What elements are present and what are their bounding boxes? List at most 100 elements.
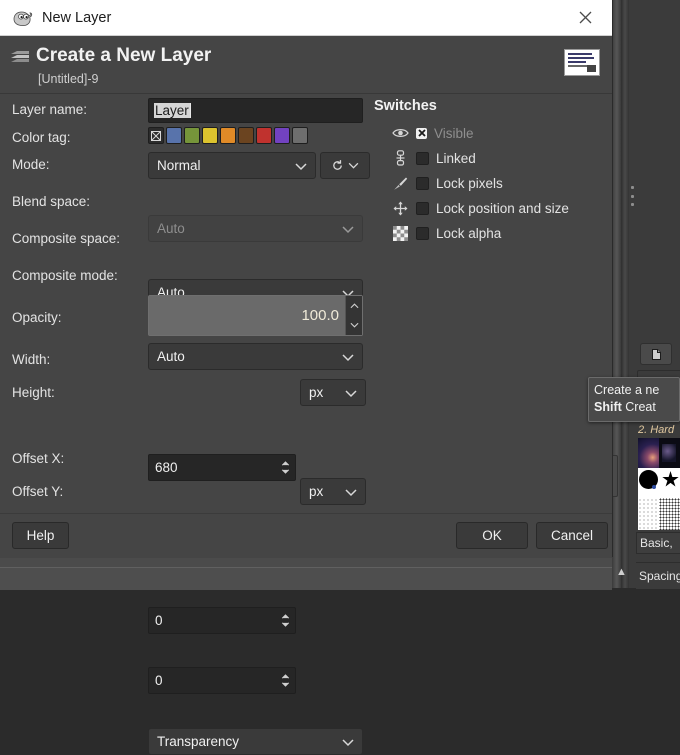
layer-properties-form: Layer name: Layer Color tag: — [0, 94, 370, 513]
offset-x-stepper[interactable] — [277, 608, 295, 633]
switch-row-lock-position[interactable]: Lock position and size — [392, 197, 569, 219]
move-arrows-icon — [392, 200, 409, 217]
offset-unit-value: px — [309, 484, 323, 499]
no-color-icon — [151, 131, 161, 141]
blend-space-select: Auto — [148, 215, 363, 242]
opacity-slider-entry[interactable]: 100.0 — [148, 295, 363, 336]
switch-row-lock-alpha[interactable]: Lock alpha — [392, 222, 501, 244]
offset-x-value: 0 — [149, 608, 277, 633]
chain-icon — [392, 150, 409, 167]
opacity-label: Opacity: — [12, 310, 62, 325]
spinner-down-icon[interactable] — [281, 682, 290, 687]
color-tag-orange[interactable] — [220, 127, 236, 144]
help-button[interactable]: Help — [12, 522, 69, 549]
brush-spacing-label: Spacing — [636, 562, 680, 589]
dialog-footer: Help OK Cancel — [0, 513, 612, 558]
ok-button[interactable]: OK — [456, 522, 528, 549]
spinner-down-icon[interactable] — [281, 469, 290, 474]
chevron-down-icon — [342, 734, 354, 749]
spinner-down-icon[interactable] — [350, 322, 359, 328]
brush-thumbnail-grid[interactable] — [638, 438, 680, 530]
color-tag-brown[interactable] — [238, 127, 254, 144]
brush-thumb[interactable] — [638, 498, 659, 530]
switch-row-linked[interactable]: Linked — [392, 147, 476, 169]
chevron-down-icon — [345, 484, 357, 499]
layer-name-input[interactable]: Layer — [148, 98, 363, 123]
visible-checkbox[interactable] — [416, 128, 427, 139]
pane-splitter-1[interactable] — [612, 0, 621, 588]
brush-thumb[interactable] — [659, 468, 680, 498]
spinner-down-icon[interactable] — [281, 622, 290, 627]
chevron-down-icon — [295, 158, 307, 173]
dialog-titlebar[interactable]: New Layer — [0, 0, 612, 36]
color-tag-green[interactable] — [184, 127, 200, 144]
width-value: 680 — [149, 455, 277, 480]
brush-thumb[interactable] — [638, 468, 659, 498]
window-title: New Layer — [42, 10, 111, 26]
lock-pixels-checkbox[interactable] — [416, 177, 429, 190]
mode-select[interactable]: Normal — [148, 152, 316, 179]
offset-x-input[interactable]: 0 — [148, 607, 296, 634]
offset-y-input[interactable]: 0 — [148, 667, 296, 694]
mode-value: Normal — [157, 158, 201, 173]
brush-thumb[interactable] — [659, 438, 680, 468]
switch-row-lock-pixels[interactable]: Lock pixels — [392, 172, 503, 194]
width-stepper[interactable] — [277, 455, 295, 480]
opacity-value[interactable]: 100.0 — [149, 296, 345, 335]
pane-splitter-2[interactable] — [621, 0, 629, 588]
spinner-up-icon[interactable] — [281, 674, 290, 679]
new-brush-button[interactable] — [640, 343, 672, 365]
offset-x-label: Offset X: — [12, 451, 64, 466]
brush-tooltip: Create a ne Shift Creat — [588, 377, 680, 422]
switches-section: Switches Visible — [370, 94, 612, 513]
layer-stack-icon — [10, 50, 30, 66]
color-tag-none[interactable] — [148, 127, 164, 144]
switch-label-linked: Linked — [436, 151, 476, 166]
brush-name-label: Basic, — [636, 532, 680, 554]
color-tag-blue[interactable] — [166, 127, 182, 144]
color-tag-gray[interactable] — [292, 127, 308, 144]
opacity-spinner[interactable] — [345, 296, 362, 335]
lock-position-checkbox[interactable] — [416, 202, 429, 215]
size-unit-select[interactable]: px — [300, 379, 366, 406]
scroll-up-arrow-icon[interactable]: ▲ — [616, 566, 627, 578]
dialog-body: Layer name: Layer Color tag: — [0, 94, 612, 513]
gimp-wilber-icon — [12, 8, 34, 28]
chevron-down-icon — [345, 385, 357, 400]
switch-label-lock-pixels: Lock pixels — [436, 176, 503, 191]
color-tag-violet[interactable] — [274, 127, 290, 144]
linked-checkbox[interactable] — [416, 152, 429, 165]
tooltip-shift-desc: Creat — [625, 400, 656, 414]
switch-row-visible[interactable]: Visible — [392, 122, 474, 144]
mode-label: Mode: — [12, 157, 50, 172]
spinner-up-icon[interactable] — [281, 461, 290, 466]
splitter-grip-handle[interactable] — [631, 186, 635, 206]
chevron-down-icon — [342, 221, 354, 236]
lock-alpha-checkbox[interactable] — [416, 227, 429, 240]
spinner-up-icon[interactable] — [350, 303, 359, 309]
spinner-up-icon[interactable] — [281, 614, 290, 619]
brush-heading: 2. Hard — [638, 424, 680, 437]
blend-space-label: Blend space: — [12, 194, 90, 209]
offset-unit-select[interactable]: px — [300, 478, 366, 505]
chevron-down-icon — [342, 349, 354, 364]
color-tag-yellow[interactable] — [202, 127, 218, 144]
cancel-button[interactable]: Cancel — [536, 522, 608, 549]
screen: 2. Hard Basic, Spacing ▲ Create a ne Shi… — [0, 0, 680, 588]
switch-label-visible: Visible — [434, 126, 474, 141]
brush-thumb[interactable] — [638, 438, 659, 468]
offset-y-stepper[interactable] — [277, 668, 295, 693]
tooltip-line-2: Shift Creat — [594, 399, 674, 416]
switches-title: Switches — [374, 98, 437, 114]
tooltip-line-1: Create a ne — [594, 382, 674, 399]
color-tag-red[interactable] — [256, 127, 272, 144]
fill-with-select[interactable]: Transparency — [148, 728, 363, 755]
color-tag-swatches[interactable] — [148, 127, 308, 144]
mode-reset-button[interactable] — [320, 152, 370, 179]
reset-icon — [331, 159, 344, 172]
close-button[interactable] — [558, 0, 612, 34]
composite-mode-select[interactable]: Auto — [148, 343, 363, 370]
brush-thumb[interactable] — [659, 498, 680, 530]
composite-space-label: Composite space: — [12, 231, 120, 246]
width-input[interactable]: 680 — [148, 454, 296, 481]
